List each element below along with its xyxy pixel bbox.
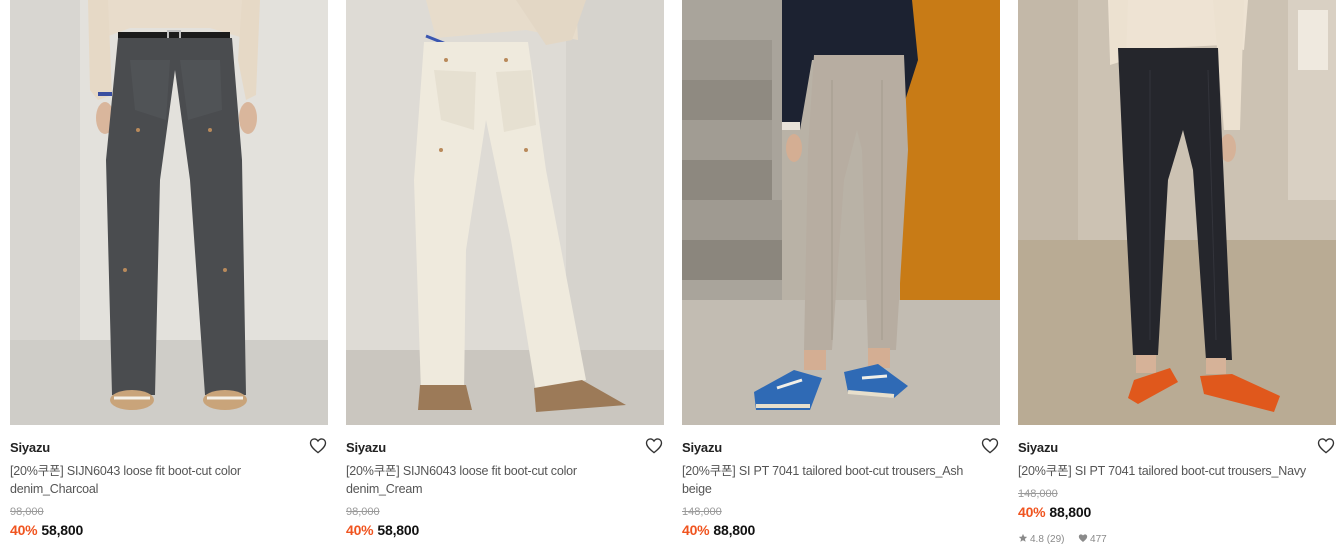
product-title[interactable]: [20%쿠폰] SI PT 7041 tailored boot-cut tro… bbox=[682, 462, 982, 498]
price-row: 40% 88,800 bbox=[1018, 504, 1091, 520]
product-card[interactable]: Siyazu [20%쿠폰] SI PT 7041 tailored boot-… bbox=[1018, 0, 1336, 545]
product-title[interactable]: [20%쿠폰] SI PT 7041 tailored boot-cut tro… bbox=[1018, 462, 1336, 480]
heart-outline-icon[interactable] bbox=[309, 437, 327, 454]
product-image[interactable] bbox=[1018, 0, 1336, 425]
sale-price: 58,800 bbox=[377, 522, 420, 538]
sale-price: 88,800 bbox=[1049, 504, 1092, 520]
product-card[interactable]: Siyazu [20%쿠폰] SIJN6043 loose fit boot-c… bbox=[346, 0, 664, 545]
heart-filled-icon bbox=[1078, 534, 1088, 542]
price-row: 40% 58,800 bbox=[10, 522, 83, 538]
original-price: 98,000 bbox=[346, 506, 380, 518]
discount-rate: 40% bbox=[1018, 504, 1046, 520]
brand-name[interactable]: Siyazu bbox=[682, 440, 722, 455]
price-row: 40% 88,800 bbox=[682, 522, 755, 538]
sale-price: 58,800 bbox=[41, 522, 84, 538]
discount-rate: 40% bbox=[346, 522, 374, 538]
product-image[interactable] bbox=[682, 0, 1000, 425]
product-image[interactable] bbox=[346, 0, 664, 425]
product-card[interactable]: Siyazu [20%쿠폰] SIJN6043 loose fit boot-c… bbox=[10, 0, 328, 545]
product-image[interactable] bbox=[10, 0, 328, 425]
rating-value: 4.8 bbox=[1030, 534, 1044, 545]
brand-name[interactable]: Siyazu bbox=[10, 440, 50, 455]
price-row: 40% 58,800 bbox=[346, 522, 419, 538]
brand-name[interactable]: Siyazu bbox=[1018, 440, 1058, 455]
original-price: 98,000 bbox=[10, 506, 44, 518]
product-card[interactable]: Siyazu [20%쿠폰] SI PT 7041 tailored boot-… bbox=[682, 0, 1000, 545]
like-count: 477 bbox=[1090, 534, 1107, 545]
discount-rate: 40% bbox=[10, 522, 38, 538]
original-price: 148,000 bbox=[1018, 488, 1058, 500]
brand-name[interactable]: Siyazu bbox=[346, 440, 386, 455]
review-meta: 4.8 (29) 477 bbox=[1018, 533, 1107, 545]
heart-outline-icon[interactable] bbox=[645, 437, 663, 454]
star-icon bbox=[1018, 533, 1028, 542]
original-price: 148,000 bbox=[682, 506, 722, 518]
heart-outline-icon[interactable] bbox=[981, 437, 999, 454]
product-grid: Siyazu [20%쿠폰] SIJN6043 loose fit boot-c… bbox=[0, 0, 1343, 545]
sale-price: 88,800 bbox=[713, 522, 756, 538]
product-title[interactable]: [20%쿠폰] SIJN6043 loose fit boot-cut colo… bbox=[346, 462, 646, 498]
heart-outline-icon[interactable] bbox=[1317, 437, 1335, 454]
discount-rate: 40% bbox=[682, 522, 710, 538]
product-title[interactable]: [20%쿠폰] SIJN6043 loose fit boot-cut colo… bbox=[10, 462, 310, 498]
review-count: (29) bbox=[1046, 534, 1065, 545]
